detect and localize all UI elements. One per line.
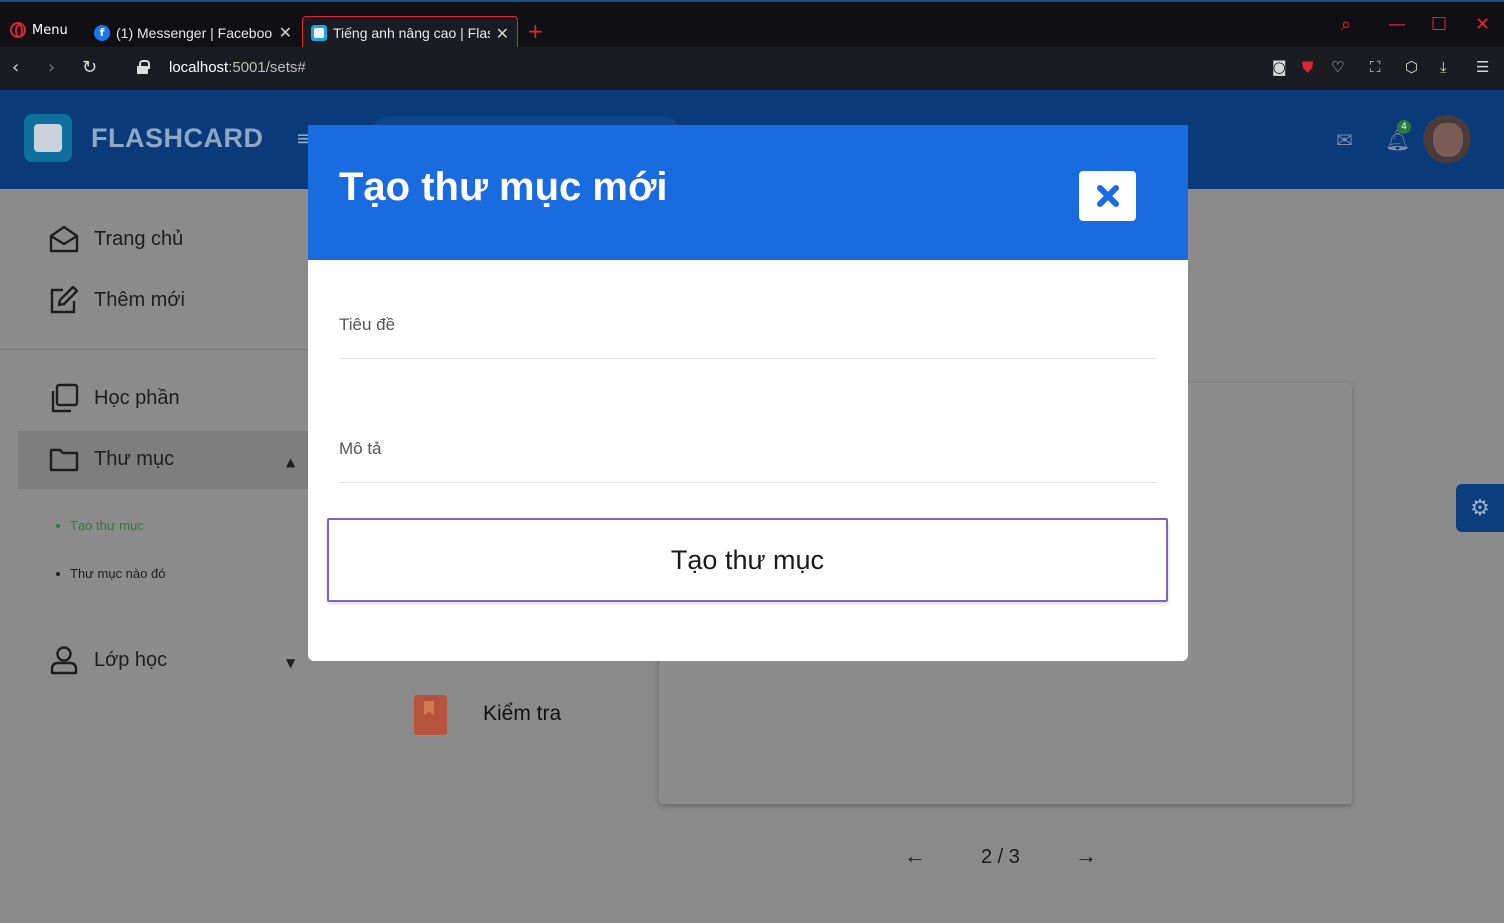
close-tab-icon[interactable]: ✕ [279, 23, 292, 42]
back-arrow-icon[interactable]: ‹ [12, 57, 19, 78]
search-tabs-icon[interactable]: ⌕ [1341, 14, 1351, 35]
lock-icon [137, 60, 150, 74]
extensions-cube-icon[interactable]: ⬡ [1405, 58, 1418, 76]
browser-menu-label: Menu [32, 22, 68, 38]
browser-tab-bar: Menu f (1) Messenger | Facebook ✕ Tiếng … [0, 0, 1504, 49]
subitem-label: Thư mục nào đó [70, 566, 166, 581]
tab-flashcard-active[interactable]: Tiếng anh nâng cao | Flashcard ✕ [302, 16, 518, 49]
user-icon [50, 646, 78, 675]
browser-menu-button[interactable]: Menu [10, 22, 68, 38]
vpn-shield-icon[interactable]: ⛊ [1302, 58, 1313, 76]
modal-title: Tạo thư mục mới [339, 165, 668, 209]
close-tab-icon[interactable]: ✕ [496, 24, 509, 43]
browser-address-bar: ‹ › ↻ localhost:5001/sets# ◙ ⛊ ♡ ⛶ ⬡ ⤓ ☰ [0, 47, 1504, 90]
download-icon[interactable]: ⤓ [1440, 58, 1447, 76]
minimize-window-icon[interactable]: — [1388, 14, 1406, 35]
caret-down-icon[interactable]: ▼ [286, 656, 295, 670]
edit-icon [50, 285, 79, 314]
sidebar-item-folders[interactable]: Thư mục [48, 443, 174, 475]
title-input[interactable] [339, 325, 1157, 359]
tab-title: Tiếng anh nâng cao | Flashcard [333, 25, 490, 41]
tab-title: (1) Messenger | Facebook [116, 24, 273, 41]
create-folder-button[interactable]: Tạo thư mục [327, 518, 1168, 602]
url-host: localhost [169, 59, 229, 76]
forward-arrow-icon[interactable]: › [48, 57, 55, 78]
envelope-open-icon [49, 225, 79, 253]
modal-header: Tạo thư mục mới [308, 125, 1188, 260]
sidebar-item-label: Lớp học [94, 648, 168, 671]
brand-name[interactable]: FLASHCARD [91, 123, 264, 154]
set-item-title[interactable]: Kiểm tra [483, 702, 561, 726]
copy-cards-icon [51, 383, 79, 413]
sidebar-item-classes[interactable]: Lớp học [48, 644, 167, 676]
pager-indicator: 2 / 3 [981, 846, 1020, 868]
flashcard-favicon-icon [311, 25, 327, 41]
modal-close-button[interactable] [1079, 171, 1136, 221]
create-folder-modal: Tạo thư mục mới Tiêu đề Mô tả Tạo thư mụ… [308, 125, 1188, 661]
easy-setup-icon[interactable]: ☰ [1476, 58, 1489, 76]
notification-badge: 4 [1397, 120, 1411, 134]
reload-icon[interactable]: ↻ [82, 57, 97, 78]
folder-icon [49, 448, 79, 472]
book-icon [414, 695, 447, 735]
description-input[interactable] [339, 449, 1157, 483]
mail-icon[interactable]: ✉ [1336, 128, 1353, 152]
maximize-window-icon[interactable]: ☐ [1431, 14, 1447, 35]
sidebar-item-label: Học phần [94, 386, 180, 409]
close-x-icon [1096, 185, 1119, 207]
bullet-icon [56, 571, 60, 576]
sidebar-subitem-create-folder[interactable]: Tạo thư mục [56, 518, 144, 533]
settings-gear-icon[interactable]: ⚙ [1456, 484, 1504, 532]
url-field[interactable]: localhost:5001/sets# [169, 59, 306, 76]
sidebar-item-label: Thêm mới [94, 288, 185, 311]
subitem-label: Tạo thư mục [70, 518, 144, 533]
close-window-icon[interactable]: ✕ [1475, 14, 1490, 35]
user-avatar[interactable] [1423, 115, 1471, 163]
bullet-icon [56, 523, 60, 528]
sidebar-item-label: Thư mục [94, 447, 175, 470]
sidebar-item-label: Trang chủ [94, 227, 184, 250]
sidebar: Trang chủ Thêm mới Học phần Thư mục ▲ Tạ… [0, 189, 338, 923]
heart-icon[interactable]: ♡ [1331, 58, 1344, 76]
next-arrow-icon[interactable]: → [1075, 843, 1097, 869]
sidebar-item-study-sets[interactable]: Học phần [48, 382, 180, 414]
flashcard-logo-icon[interactable] [24, 114, 72, 162]
url-path: :5001/sets# [228, 59, 306, 76]
facebook-icon: f [94, 24, 110, 41]
capture-frame-icon[interactable]: ⛶ [1370, 58, 1381, 76]
sidebar-divider [0, 349, 308, 350]
caret-up-icon[interactable]: ▲ [286, 455, 295, 469]
sidebar-item-home[interactable]: Trang chủ [48, 223, 183, 255]
sidebar-subitem-some-folder[interactable]: Thư mục nào đó [56, 566, 165, 581]
tab-messenger[interactable]: f (1) Messenger | Facebook ✕ [86, 16, 300, 49]
opera-logo-icon [10, 22, 26, 38]
camera-snapshot-icon[interactable]: ◙ [1272, 58, 1287, 76]
sidebar-item-add-new[interactable]: Thêm mới [48, 284, 185, 316]
prev-arrow-icon[interactable]: ← [904, 843, 926, 869]
new-tab-plus-icon[interactable]: + [527, 19, 544, 43]
